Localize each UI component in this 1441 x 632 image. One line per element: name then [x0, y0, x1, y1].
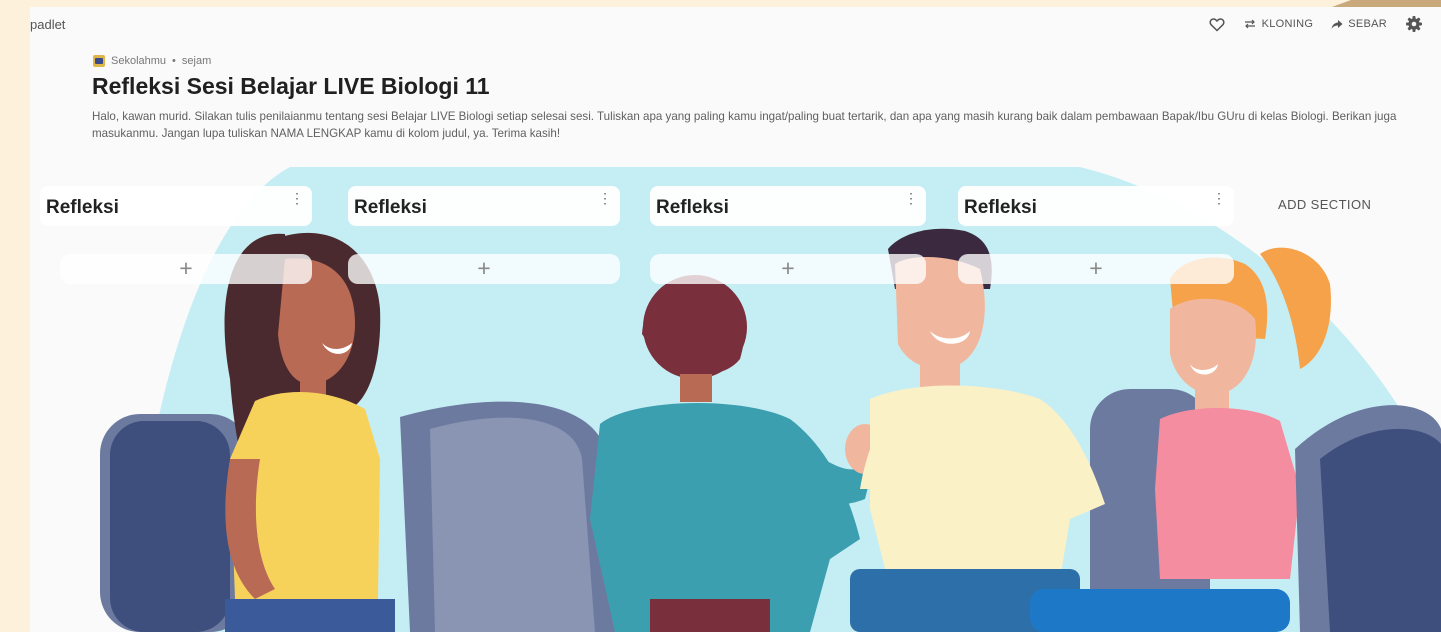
section-title: Refleksi — [46, 197, 119, 218]
more-vertical-icon[interactable]: ⋮ — [290, 190, 304, 207]
post-time: sejam — [181, 55, 212, 67]
repeat-icon — [1243, 18, 1257, 30]
padlet-window: padlet KLONING SEBAR Sekolahmu • sejam R… — [30, 7, 1441, 632]
gear-icon[interactable] — [1405, 15, 1423, 33]
section-title: Refleksi — [354, 197, 427, 218]
plus-icon: + — [179, 255, 193, 281]
clone-label: KLONING — [1261, 18, 1314, 30]
heart-icon[interactable] — [1209, 17, 1225, 32]
share-arrow-icon — [1331, 19, 1343, 30]
section-title: Refleksi — [964, 197, 1037, 218]
more-vertical-icon[interactable]: ⋮ — [598, 190, 612, 207]
clone-button[interactable]: KLONING — [1243, 18, 1314, 30]
breadcrumb-separator: • — [172, 55, 176, 67]
add-section-button[interactable]: ADD SECTION — [1278, 197, 1371, 212]
author-avatar — [93, 55, 105, 67]
board-title: Refleksi Sesi Belajar LIVE Biologi 11 — [92, 73, 490, 99]
plus-icon: + — [1089, 255, 1103, 281]
share-label: SEBAR — [1348, 18, 1387, 30]
section-header-3[interactable]: Refleksi ⋮ — [650, 186, 926, 226]
share-button[interactable]: SEBAR — [1331, 18, 1387, 30]
plus-icon: + — [781, 255, 795, 281]
wallpaper-illustration — [100, 167, 1441, 632]
breadcrumb: Sekolahmu • sejam — [93, 55, 211, 67]
board-canvas: Refleksi ⋮ + Refleksi ⋮ + Refleksi ⋮ + R… — [30, 159, 1441, 632]
author-name[interactable]: Sekolahmu — [111, 55, 166, 67]
section-header-4[interactable]: Refleksi ⋮ — [958, 186, 1234, 226]
plus-icon: + — [477, 255, 491, 281]
more-vertical-icon[interactable]: ⋮ — [904, 190, 918, 207]
section-header-2[interactable]: Refleksi ⋮ — [348, 186, 620, 226]
more-vertical-icon[interactable]: ⋮ — [1212, 190, 1226, 207]
top-bar: padlet KLONING SEBAR — [30, 7, 1441, 41]
section-title: Refleksi — [656, 197, 729, 218]
section-header-1[interactable]: Refleksi ⋮ — [40, 186, 312, 226]
add-post-button-1[interactable]: + — [60, 254, 312, 284]
brand-logo[interactable]: padlet — [30, 17, 65, 32]
board-description: Halo, kawan murid. Silakan tulis penilai… — [92, 110, 1397, 140]
toolbar-actions: KLONING SEBAR — [1209, 15, 1423, 33]
add-post-button-2[interactable]: + — [348, 254, 620, 284]
add-post-button-4[interactable]: + — [958, 254, 1234, 284]
person-woman-left — [100, 232, 395, 632]
add-post-button-3[interactable]: + — [650, 254, 926, 284]
